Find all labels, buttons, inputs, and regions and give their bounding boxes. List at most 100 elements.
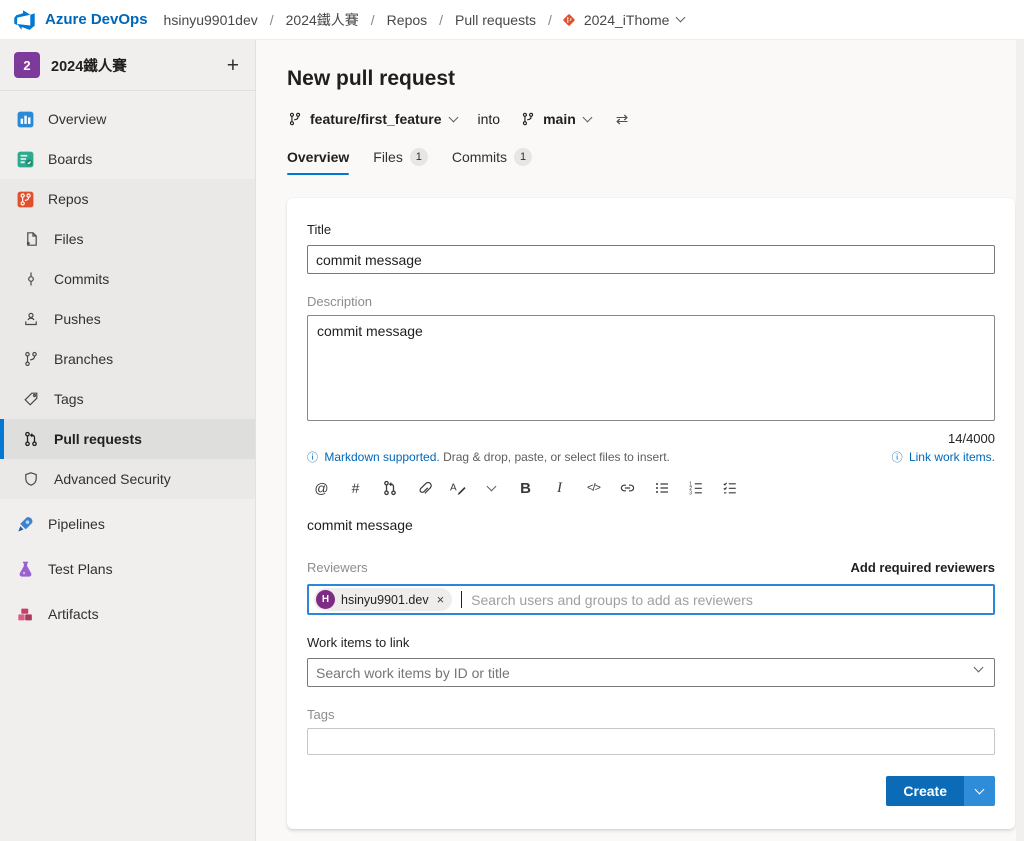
tab-files[interactable]: Files 1 [373,148,428,175]
sidebar-item-pushes[interactable]: Pushes [0,299,255,339]
bold-icon[interactable]: B [511,474,540,502]
breadcrumb-pull-requests[interactable]: Pull requests [455,12,536,28]
target-branch-selector[interactable]: main [514,106,598,132]
chevron-down-icon [676,12,686,23]
sidebar-item-advanced-security[interactable]: Advanced Security [0,459,255,499]
divider [0,90,255,91]
title-label: Title [307,222,332,237]
svg-text:3: 3 [689,491,692,496]
create-button[interactable]: Create [886,776,964,806]
chevron-down-icon [974,784,985,794]
remove-reviewer-icon[interactable]: × [437,592,445,607]
repository-name: 2024_iThome [583,11,670,28]
italic-icon[interactable]: I [545,474,574,502]
overview-icon [15,110,35,129]
bulleted-list-icon[interactable] [647,474,676,502]
create-dropdown-button[interactable] [964,776,995,806]
target-branch-name: main [543,111,576,127]
markdown-supported-link[interactable]: Markdown supported. [324,450,439,464]
source-branch-name: feature/first_feature [310,111,442,127]
sidebar-item-branches[interactable]: Branches [0,339,255,379]
link-work-items-link[interactable]: Link work items. [909,450,995,464]
format-dropdown-chevron-icon[interactable] [477,474,506,502]
azure-devops-logo-icon[interactable] [13,8,36,31]
character-counter: 14/4000 [948,431,995,446]
work-item-icon[interactable]: # [341,474,370,502]
commits-icon [21,271,41,287]
source-branch-selector[interactable]: feature/first_feature [281,106,464,132]
top-navigation-bar: Azure DevOps hsinyu9901dev / 2024鐵人賽 / R… [0,0,1024,40]
new-pull-request-form: Title Description 14/4000 ⓘ Markdown sup… [287,198,1015,829]
repository-picker[interactable]: 2024_iThome [562,11,686,28]
breadcrumb-separator: / [547,11,552,28]
breadcrumb-project[interactable]: 2024鐵人賽 [286,10,359,30]
breadcrumb-organization[interactable]: hsinyu9901dev [164,12,258,28]
project-name: 2024鐵人賽 [51,58,127,75]
sidebar-item-repos[interactable]: Repos [0,179,255,219]
sidebar-item-pipelines[interactable]: Pipelines [0,504,255,544]
sidebar-item-boards[interactable]: Boards [0,139,255,179]
into-label: into [477,111,501,127]
reviewers-input[interactable]: H hsinyu9901.dev × Search users and grou… [307,584,995,615]
files-count-badge: 1 [409,148,428,166]
sidebar-item-overview[interactable]: Overview [0,99,255,139]
breadcrumb-separator: / [269,11,274,28]
editor-hints-row: ⓘ Markdown supported. Drag & drop, paste… [307,449,995,465]
work-items-combobox [307,658,995,687]
project-avatar: 2 [14,52,40,78]
tab-overview[interactable]: Overview [287,148,350,175]
swap-branches-icon[interactable]: ⇄ [616,110,629,128]
add-required-reviewers-button[interactable]: Add required reviewers [851,560,996,575]
commits-count-badge: 1 [514,148,533,166]
numbered-list-icon[interactable]: 123 [681,474,710,502]
editor-toolbar: @ # A B I </> 123 [307,474,995,502]
test-plans-icon [15,560,35,579]
tab-commits[interactable]: Commits 1 [452,148,533,175]
shield-icon [21,471,41,487]
task-list-icon[interactable] [715,474,744,502]
actions-row: Create [307,776,995,806]
project-switcher[interactable]: 2 2024鐵人賽 + [0,40,255,90]
repos-icon [15,190,35,209]
drag-drop-hint: Drag & drop, paste, or select files to i… [443,450,670,464]
code-icon[interactable]: </> [579,474,608,502]
boards-icon [15,150,35,169]
link-icon[interactable] [613,474,642,502]
mention-icon[interactable]: @ [307,474,336,502]
tags-input[interactable] [307,728,995,755]
pushes-icon [21,311,41,327]
sidebar-item-commits[interactable]: Commits [0,259,255,299]
files-icon [21,231,41,247]
title-input[interactable] [307,245,995,274]
text-cursor [461,591,463,608]
tab-bar: Overview Files 1 Commits 1 [287,148,1024,175]
chevron-down-icon [448,112,458,122]
sidebar-item-test-plans[interactable]: Test Plans [0,549,255,589]
branch-icon [521,112,535,126]
sidebar-item-tags[interactable]: Tags [0,379,255,419]
description-label: Description [307,294,373,309]
breadcrumb-repos[interactable]: Repos [387,12,427,28]
work-items-input[interactable] [307,658,995,687]
sidebar-item-artifacts[interactable]: Artifacts [0,594,255,634]
info-icon: ⓘ [307,452,318,464]
breadcrumb-separator: / [439,11,444,28]
reviewer-chip: H hsinyu9901.dev × [314,588,453,611]
sidebar-item-files[interactable]: Files [0,219,255,259]
pipelines-icon [15,515,35,534]
sidebar: 2 2024鐵人賽 + Overview Boards Repos Files … [0,40,256,841]
sidebar-item-pull-requests[interactable]: Pull requests [0,419,255,459]
scrollbar[interactable] [1016,40,1024,841]
attachment-icon[interactable] [409,474,438,502]
repository-icon [562,13,576,27]
add-project-button[interactable]: + [227,55,239,76]
description-textarea[interactable] [307,315,995,421]
pull-request-icon[interactable] [375,474,404,502]
artifacts-icon [15,605,35,624]
svg-text:A: A [450,483,457,494]
work-items-label: Work items to link [307,635,410,650]
azure-devops-home-link[interactable]: Azure DevOps [45,11,148,28]
tags-label: Tags [307,707,335,722]
format-icon[interactable]: A [443,474,472,502]
reviewers-header: Reviewers Add required reviewers [307,560,995,575]
